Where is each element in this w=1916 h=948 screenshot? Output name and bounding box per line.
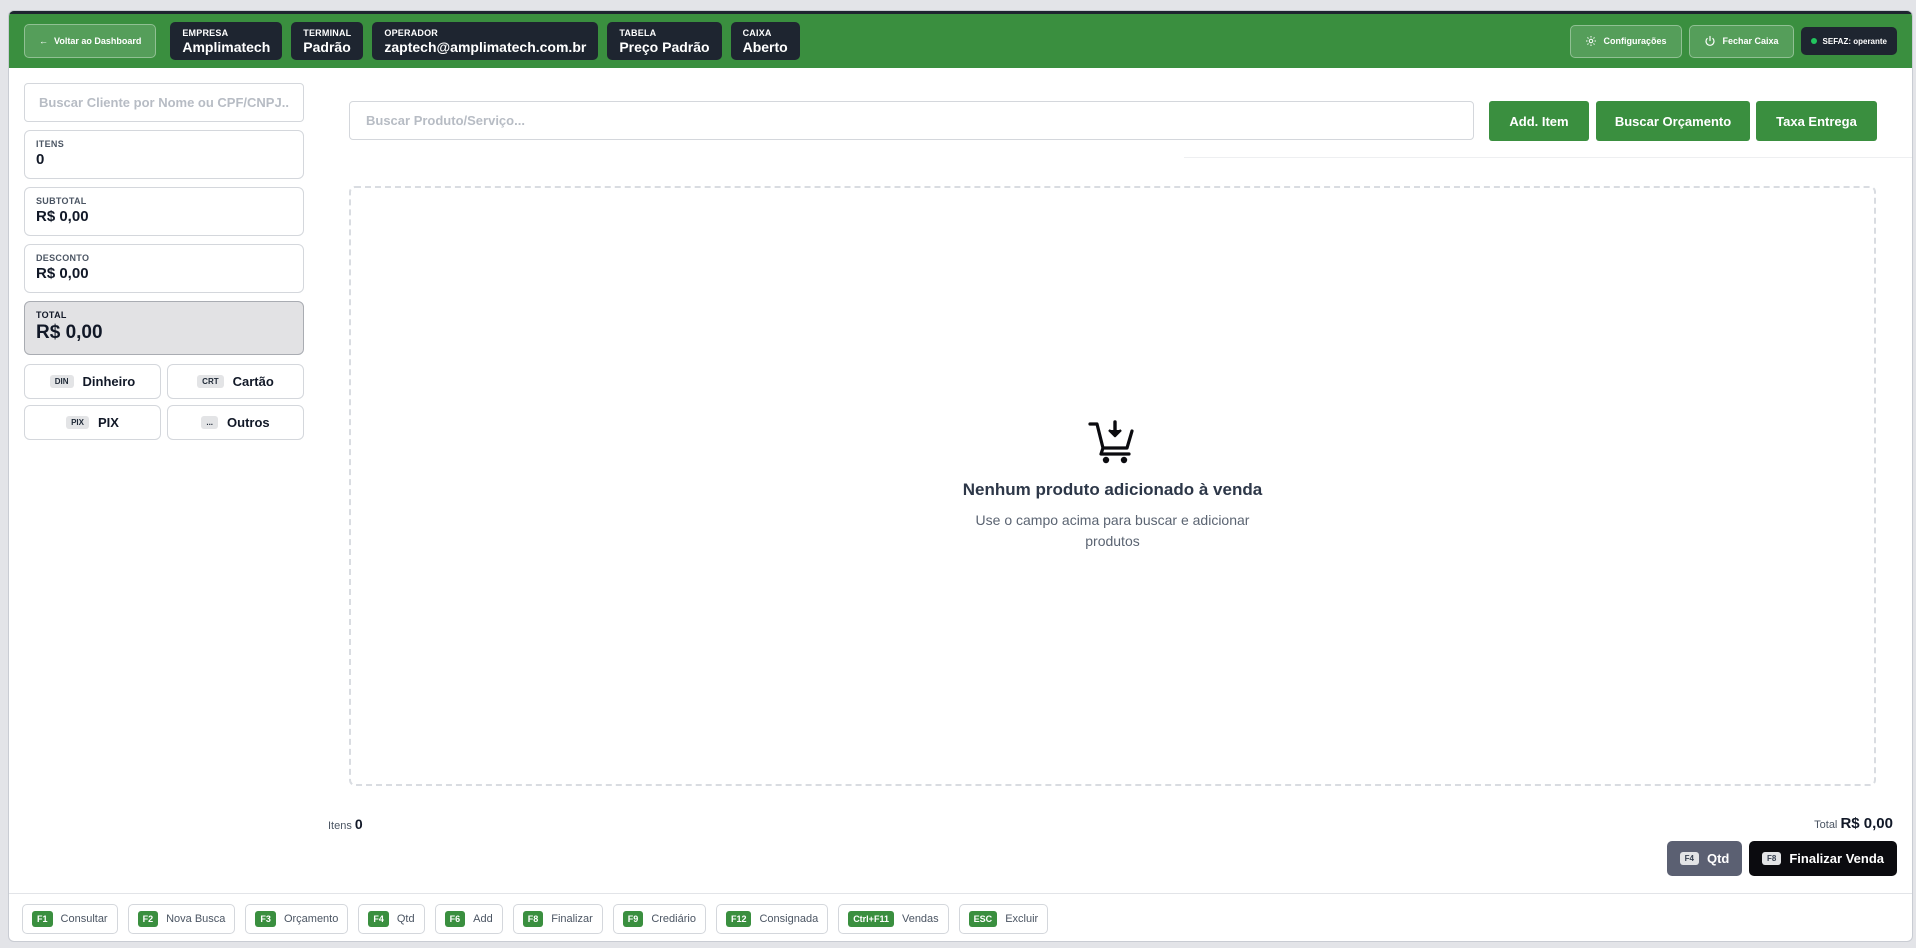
info-operador: OPERADOR zaptech@amplimatech.com.br <box>372 22 599 60</box>
cart-drop-area: Nenhum produto adicionado à venda Use o … <box>349 186 1876 786</box>
arrow-left-icon: ← <box>39 36 48 46</box>
buscar-orcamento-button[interactable]: Buscar Orçamento <box>1596 101 1750 141</box>
empty-state: Nenhum produto adicionado à venda Use o … <box>351 418 1874 552</box>
empty-title: Nenhum produto adicionado à venda <box>962 480 1263 499</box>
pos-window: ← Voltar ao Dashboard EMPRESA Amplimatec… <box>8 10 1913 942</box>
shortcut-f6[interactable]: F6 Add <box>434 903 503 934</box>
sefaz-status-badge: SEFAZ: operante <box>1800 27 1897 55</box>
payment-cartao-button[interactable]: CRT Cartão <box>167 364 304 399</box>
back-to-dashboard-button[interactable]: ← Voltar ao Dashboard <box>24 24 157 58</box>
shortcut-bar: F1 Consultar F2 Nova Busca F3 Orçamento F4 Q… <box>9 893 1912 941</box>
empty-subtitle: Use o campo acima para buscar e adiciona… <box>975 512 1250 549</box>
payment-outros-button[interactable]: ... Outros <box>167 405 304 440</box>
back-label: Voltar ao Dashboard <box>54 36 142 46</box>
info-terminal: TERMINAL Padrão <box>291 22 364 60</box>
shortcut-f4[interactable]: F4 Qtd <box>358 903 425 934</box>
shortcut-f1[interactable]: F1 Consultar <box>22 903 118 934</box>
shortcut-esc[interactable]: ESC Excluir <box>958 903 1049 934</box>
shortcut-f2[interactable]: F2 Nova Busca <box>127 903 236 934</box>
shortcut-ctrl-f11[interactable]: Ctrl+F11 Vendas <box>838 903 949 934</box>
info-caixa: CAIXA Aberto <box>730 22 800 60</box>
footer-total: Total R$ 0,00 <box>1814 815 1893 832</box>
product-search-input[interactable] <box>349 101 1474 140</box>
client-search-input[interactable] <box>24 83 304 122</box>
shortcut-f3[interactable]: F3 Orçamento <box>245 903 349 934</box>
toolbar-divider <box>1184 157 1912 158</box>
payment-dinheiro-button[interactable]: DIN Dinheiro <box>24 364 161 399</box>
subtotal-card: SUBTOTAL R$ 0,00 <box>24 187 304 236</box>
info-tabela: TABELA Preço Padrão <box>607 22 722 60</box>
shortcut-f12[interactable]: F12 Consignada <box>715 903 829 934</box>
info-empresa: EMPRESA Amplimatech <box>170 22 283 60</box>
close-register-button[interactable]: Fechar Caixa <box>1688 24 1794 58</box>
itens-card: ITENS 0 <box>24 130 304 179</box>
left-panel: ITENS 0 SUBTOTAL R$ 0,00 DESCONTO R$ 0,0… <box>24 83 304 440</box>
shortcut-f9[interactable]: F9 Crediário <box>612 903 706 934</box>
header-actions: Configurações Fechar Caixa SEFAZ: operan… <box>1569 24 1897 58</box>
desconto-card: DESCONTO R$ 0,00 <box>24 244 304 293</box>
status-dot-icon <box>1810 38 1817 44</box>
settings-button[interactable]: Configurações <box>1569 24 1682 58</box>
cart-download-icon <box>1087 420 1134 464</box>
power-icon <box>1704 35 1715 46</box>
payment-pix-button[interactable]: PIX PIX <box>24 405 161 440</box>
total-card: TOTAL R$ 0,00 <box>24 301 304 355</box>
taxa-entrega-button[interactable]: Taxa Entrega <box>1756 101 1877 141</box>
top-bar: ← Voltar ao Dashboard EMPRESA Amplimatec… <box>9 11 1912 68</box>
footer-items: Itens 0 <box>328 816 363 832</box>
gear-icon <box>1585 36 1596 46</box>
shortcut-f8[interactable]: F8 Finalizar <box>512 903 603 934</box>
finalize-sale-button[interactable]: F8 Finalizar Venda <box>1749 841 1897 876</box>
payment-methods: DIN Dinheiro CRT Cartão PIX PIX ... Outr… <box>24 364 304 440</box>
quantity-button[interactable]: F4 Qtd <box>1667 841 1742 876</box>
add-item-button[interactable]: Add. Item <box>1489 101 1589 141</box>
